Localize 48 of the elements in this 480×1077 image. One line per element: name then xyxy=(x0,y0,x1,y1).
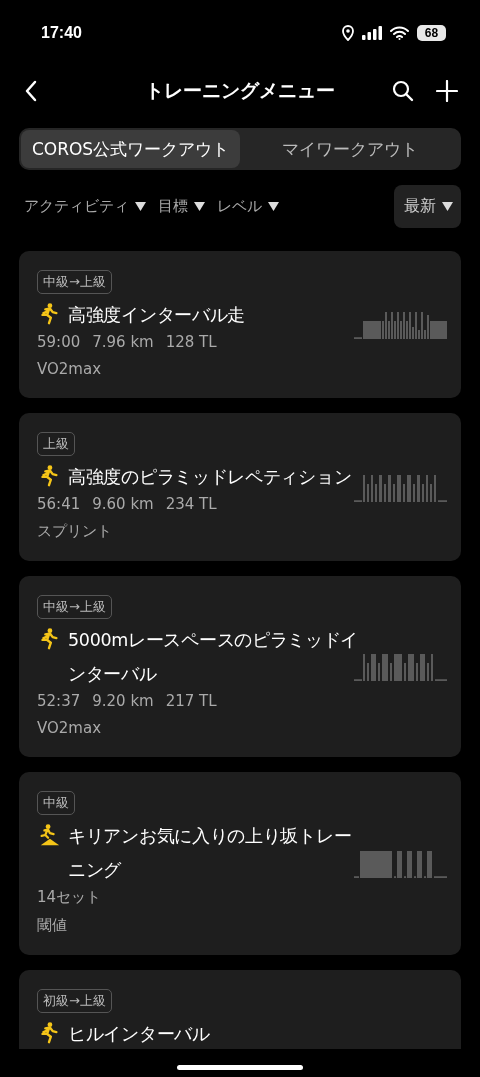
search-icon[interactable] xyxy=(392,80,414,102)
workout-goal: VO2max xyxy=(37,360,102,378)
screen-title: トレーニングメニュー xyxy=(144,78,336,103)
workout-stat: 52:37 xyxy=(37,692,81,710)
filter-dropdown[interactable]: 目標 xyxy=(158,197,205,216)
workout-title: 5000mレースペースのピラミッドインターバル xyxy=(68,629,360,686)
add-icon[interactable] xyxy=(436,80,458,102)
caret-icon xyxy=(194,202,205,211)
workout-title: ヒルインターバル xyxy=(68,1023,210,1046)
workout-stat: 128 TL xyxy=(165,333,217,351)
workout-stat: 7.96 km xyxy=(92,333,154,351)
level-tag: 中級 xyxy=(37,791,75,815)
tab[interactable]: マイワークアウト xyxy=(240,130,459,168)
caret-icon xyxy=(135,202,146,211)
workout-stat: 9.60 km xyxy=(92,495,154,513)
workout-title: 高強度インターバル走 xyxy=(68,304,245,327)
workout-stat: 59:00 xyxy=(37,333,81,351)
status-time: 17:40 xyxy=(41,24,82,42)
location-icon xyxy=(342,25,354,41)
workout-card[interactable]: 中級→上級 5000mレースペースのピラミッドインターバル 52:37 9.20 km 217 TL VO2max xyxy=(19,576,461,757)
back-icon[interactable] xyxy=(24,80,38,102)
workout-stat: 9.20 km xyxy=(92,692,154,710)
workout-stat: 56:41 xyxy=(37,495,81,513)
wifi-icon xyxy=(390,26,409,40)
workout-stat: 14セット xyxy=(37,888,102,907)
filter-dropdown[interactable]: レベル xyxy=(217,197,279,216)
level-tag: 初級→上級 xyxy=(37,989,112,1013)
battery-icon: 68 xyxy=(417,25,446,41)
workout-card[interactable]: 初級→上級 ヒルインターバル xyxy=(19,970,461,1049)
workout-title: 高強度のピラミッドレペティション xyxy=(68,466,352,489)
workout-goal: スプリント xyxy=(37,522,112,541)
level-tag: 中級→上級 xyxy=(37,270,112,294)
caret-icon xyxy=(442,202,453,211)
signal-icon xyxy=(362,26,382,40)
workout-stat: 217 TL xyxy=(165,692,217,710)
workout-stat: 234 TL xyxy=(165,495,217,513)
workout-card[interactable]: 中級 キリアンお気に入りの上り坂トレーニング 14セット 閾値 xyxy=(19,772,461,955)
workout-card[interactable]: 中級→上級 高強度インターバル走 59:00 7.96 km 128 TL VO2max xyxy=(19,251,461,398)
filter-dropdown[interactable]: アクティビティ xyxy=(24,197,146,216)
sort-dropdown[interactable]: 最新 xyxy=(394,185,461,228)
caret-icon xyxy=(268,202,279,211)
level-tag: 上級 xyxy=(37,432,75,456)
workout-goal: 閾値 xyxy=(37,916,67,935)
level-tag: 中級→上級 xyxy=(37,595,112,619)
workout-card[interactable]: 上級 高強度のピラミッドレペティション 56:41 9.60 km 234 TL スプリント xyxy=(19,413,461,561)
tab[interactable]: COROS公式ワークアウト xyxy=(21,130,240,168)
workout-title: キリアンお気に入りの上り坂トレーニング xyxy=(68,825,353,882)
workout-goal: VO2max xyxy=(37,719,102,737)
